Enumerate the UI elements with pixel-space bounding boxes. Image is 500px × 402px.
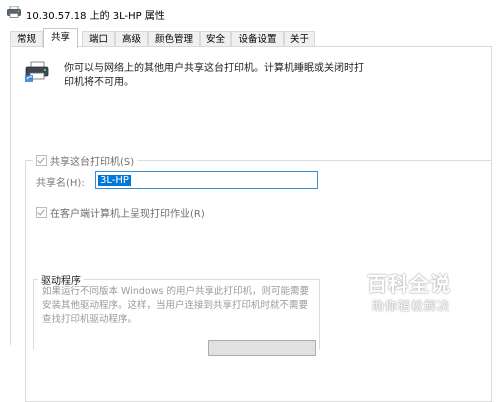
- share-printer-checkbox-row[interactable]: 共享这台打印机(S): [33, 153, 138, 168]
- watermark-title: 百科全说: [367, 272, 451, 296]
- tab-color-management[interactable]: 颜色管理: [148, 31, 200, 47]
- tab-device-settings[interactable]: 设备设置: [231, 31, 284, 47]
- render-jobs-label: 在客户端计算机上呈现打印作业(R): [50, 209, 205, 220]
- sharing-description: 你可以与网络上的其他用户共享这台打印机。计算机睡眠或关闭时打印机将不可用。: [64, 63, 364, 88]
- tab-sharing[interactable]: 共享: [43, 28, 78, 48]
- share-name-value: 3L-HP: [98, 175, 131, 186]
- drivers-description: 如果运行不同版本 Windows 的用户共享此打印机，则可能需要安装其他驱动程序…: [42, 286, 309, 325]
- shared-printer-icon: [25, 61, 49, 82]
- tab-general[interactable]: 常规: [10, 31, 43, 47]
- tab-security[interactable]: 安全: [200, 31, 231, 47]
- tab-advanced[interactable]: 高级: [115, 31, 148, 47]
- share-printer-checkbox[interactable]: [36, 155, 47, 166]
- printer-icon: [7, 6, 21, 18]
- tab-ports[interactable]: 端口: [82, 31, 115, 47]
- share-name-input[interactable]: 3L-HP: [95, 171, 318, 189]
- additional-drivers-button[interactable]: [208, 340, 316, 356]
- window-title: 10.30.57.18 上的 3L-HP 属性: [26, 11, 165, 22]
- share-name-label: 共享名(H):: [36, 178, 85, 189]
- tab-about[interactable]: 关于: [284, 31, 315, 47]
- render-jobs-checkbox-row[interactable]: 在客户端计算机上呈现打印作业(R): [36, 205, 205, 220]
- watermark-subtitle: 助你轻松解决: [372, 299, 451, 313]
- share-printer-label: 共享这台打印机(S): [50, 157, 135, 168]
- render-jobs-checkbox[interactable]: [36, 207, 47, 218]
- title-bar: 10.30.57.18 上的 3L-HP 属性: [0, 0, 500, 26]
